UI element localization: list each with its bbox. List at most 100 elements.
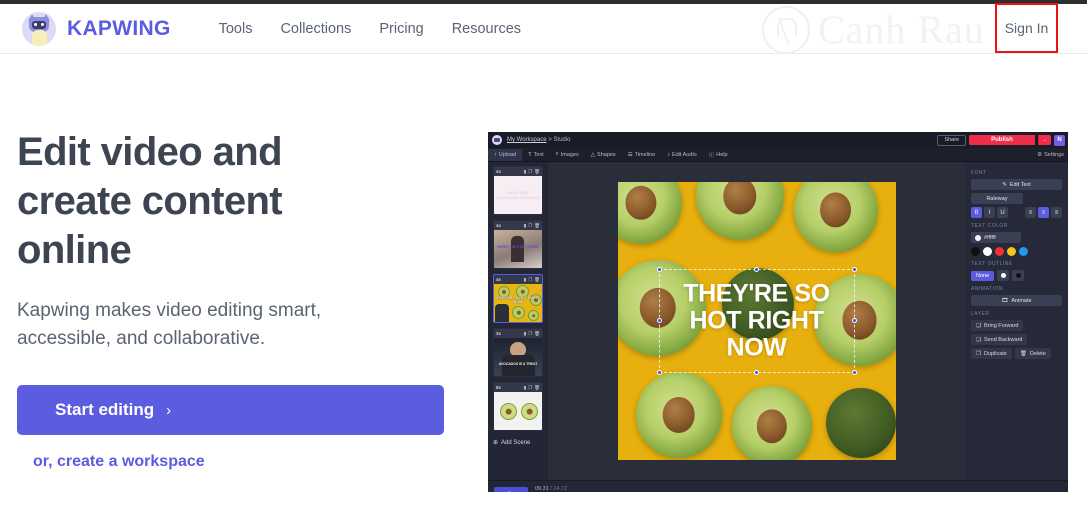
scene-item-5[interactable]: 8s ▮ ❐ 🗑 [493,382,543,431]
trash-icon[interactable]: 🗑 [534,385,540,391]
create-workspace-link[interactable]: or, create a workspace [33,453,457,471]
share-button[interactable]: Share [937,134,967,146]
breadcrumb-workspace-link[interactable]: My Workspace [507,137,547,143]
send-backward-button[interactable]: ❏ Send Backward [971,334,1028,345]
tool-shapes[interactable]: △ Shapes [585,149,622,161]
scene-toolbar-2: 4s ▮ ❐ 🗑 [494,221,542,230]
align-left-icon[interactable]: ≡ [1025,207,1036,218]
transition-icon[interactable]: ▮ [524,277,526,283]
brand-logo-link[interactable]: KAPWING [22,11,171,46]
text-color-field[interactable]: #ffffff [971,232,1021,243]
avocado-shape-icon [500,403,517,420]
tool-text[interactable]: T Text [522,149,549,161]
nav-item-resources[interactable]: Resources [452,21,521,37]
underline-button[interactable]: U [997,207,1008,218]
scene-item-2[interactable]: 4s ▮ ❐ 🗑 WHAT DO YOU THINK [493,220,543,269]
scene-thumbnail-2: WHAT DO YOU THINK [494,230,542,268]
primary-nav: Tools Collections Pricing Resources [219,21,521,37]
font-family-select[interactable]: Raleway [971,193,1023,204]
resize-handle-bottom-center[interactable] [753,370,759,375]
transition-icon[interactable]: ▮ [524,169,526,175]
tool-timeline[interactable]: ☰ Timeline [622,149,662,161]
avocado-half-icon [695,182,784,240]
canvas-text-layer[interactable]: THEY'RE SO HOT RIGHT NOW [658,280,856,362]
hero-subtitle-line-1: Kapwing makes video editing smart, [17,300,322,321]
bold-button[interactable]: B [971,207,982,218]
tool-upload[interactable]: ↑ Upload [488,148,523,161]
swatch-blue[interactable] [1019,247,1028,256]
publish-dropdown-chevron-icon[interactable]: ⌄ [1037,135,1051,145]
bring-forward-button[interactable]: ❏ Bring Forward [971,320,1024,331]
scene-caption-2: WHAT DO YOU THINK [497,244,539,249]
align-center-icon[interactable]: ≡ [1038,207,1049,218]
add-scene-label: Add Scene [501,439,531,446]
settings-button[interactable]: ⚙ Settings [1037,152,1064,158]
resize-handle-top-center[interactable] [753,267,759,272]
transition-icon[interactable]: ▮ [524,331,526,337]
outline-black-button[interactable] [1012,270,1025,281]
tool-images-label: Images [560,151,579,158]
swatch-yellow[interactable] [1007,247,1016,256]
tool-edit-audio[interactable]: ♪ Edit Audio [661,149,703,161]
scene-thumbnail-5 [494,392,542,430]
tool-text-label: Text [533,151,544,158]
outline-white-button[interactable] [997,270,1010,281]
resize-handle-bottom-right[interactable] [851,370,857,375]
delete-label: Delete [1029,350,1046,357]
nav-item-tools[interactable]: Tools [219,21,253,37]
play-button[interactable]: ▶ [494,487,528,492]
align-right-icon[interactable]: ≡ [1051,207,1062,218]
transition-icon[interactable]: ▮ [524,385,526,391]
duplicate-button[interactable]: ❐ Duplicate [971,348,1012,359]
video-canvas[interactable]: THEY'RE SO HOT RIGHT NOW [617,182,896,460]
chevron-right-icon: › [166,401,172,419]
outline-white-dot [1000,273,1006,278]
nav-item-pricing[interactable]: Pricing [379,21,423,37]
scene-item-1[interactable]: 4s ▮ ❐ 🗑 WHAT ARE AVOCADOS ANYWAY? [493,166,543,215]
swatch-black[interactable] [971,247,980,256]
animation-section-label: ANIMATION [971,286,1003,292]
user-avatar[interactable]: N [1054,134,1065,146]
resize-handle-top-left[interactable] [656,267,662,272]
trash-icon[interactable]: 🗑 [534,169,540,175]
resize-handle-top-right[interactable] [851,267,857,272]
outline-none-button[interactable]: None [971,270,995,281]
scene-caption-4: AVOCADOS IS A TREAT [498,362,538,366]
avocado-shape-icon [512,306,525,319]
publish-button[interactable]: Publish [969,135,1035,145]
duplicate-icon[interactable]: ❐ [528,385,532,391]
duplicate-icon[interactable]: ❐ [528,223,532,229]
scene-duration-4: 3s [496,331,502,336]
swatch-white[interactable] [983,247,992,256]
breadcrumb-current: Studio [553,137,571,143]
scene-item-3[interactable]: 4s ▮ ❐ 🗑 THEY'RE SO HOT RIGHT NOW [493,274,543,323]
resize-handle-bottom-left[interactable] [656,370,662,375]
font-section-label: FONT [971,170,987,176]
sign-in-label: Sign In [1004,20,1049,36]
outline-black-dot [1015,273,1021,278]
duplicate-icon[interactable]: ❐ [528,277,532,283]
sign-in-button[interactable]: Sign In [995,3,1058,53]
italic-button[interactable]: I [984,207,995,218]
trash-icon[interactable]: 🗑 [534,331,540,337]
swatch-red[interactable] [995,247,1004,256]
delete-button[interactable]: 🗑 Delete [1014,348,1051,359]
tool-images[interactable]: ⌕ Images [550,148,585,161]
tool-help[interactable]: ⓘ Help [703,148,734,162]
nav-item-collections[interactable]: Collections [280,21,351,37]
duplicate-icon[interactable]: ❐ [528,331,532,337]
canvas-area[interactable]: THEY'RE SO HOT RIGHT NOW [548,162,965,480]
editor-body: 4s ▮ ❐ 🗑 WHAT ARE AVOCADOS ANYWAY? 4s ▮ … [488,162,1068,480]
avocado-half-icon [731,386,812,460]
transition-icon[interactable]: ▮ [524,223,526,229]
scene-item-4[interactable]: 3s ▮ ❐ 🗑 AVOCADOS IS A TREAT [493,328,543,377]
trash-icon[interactable]: 🗑 [534,277,540,283]
layer-section-label: LAYER [971,311,990,317]
edit-text-button[interactable]: ✎ Edit Text [971,179,1062,190]
start-editing-button[interactable]: Start editing › [17,385,444,435]
trash-icon[interactable]: 🗑 [534,223,540,229]
player-progress-area: 09.31 / 24.72 [535,486,1062,492]
animate-button[interactable]: 🎞 Animate [971,295,1062,306]
add-scene-button[interactable]: ⊕ Add Scene [493,439,543,447]
duplicate-icon[interactable]: ❐ [528,169,532,175]
